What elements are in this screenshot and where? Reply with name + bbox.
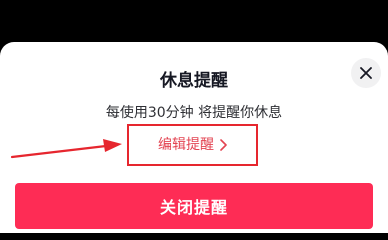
screen: 休息提醒 每使用30分钟 将提醒你休息 编辑提醒 关闭提醒: [0, 0, 388, 233]
close-reminder-button[interactable]: 关闭提醒: [15, 183, 373, 229]
close-reminder-label: 关闭提醒: [159, 198, 228, 217]
